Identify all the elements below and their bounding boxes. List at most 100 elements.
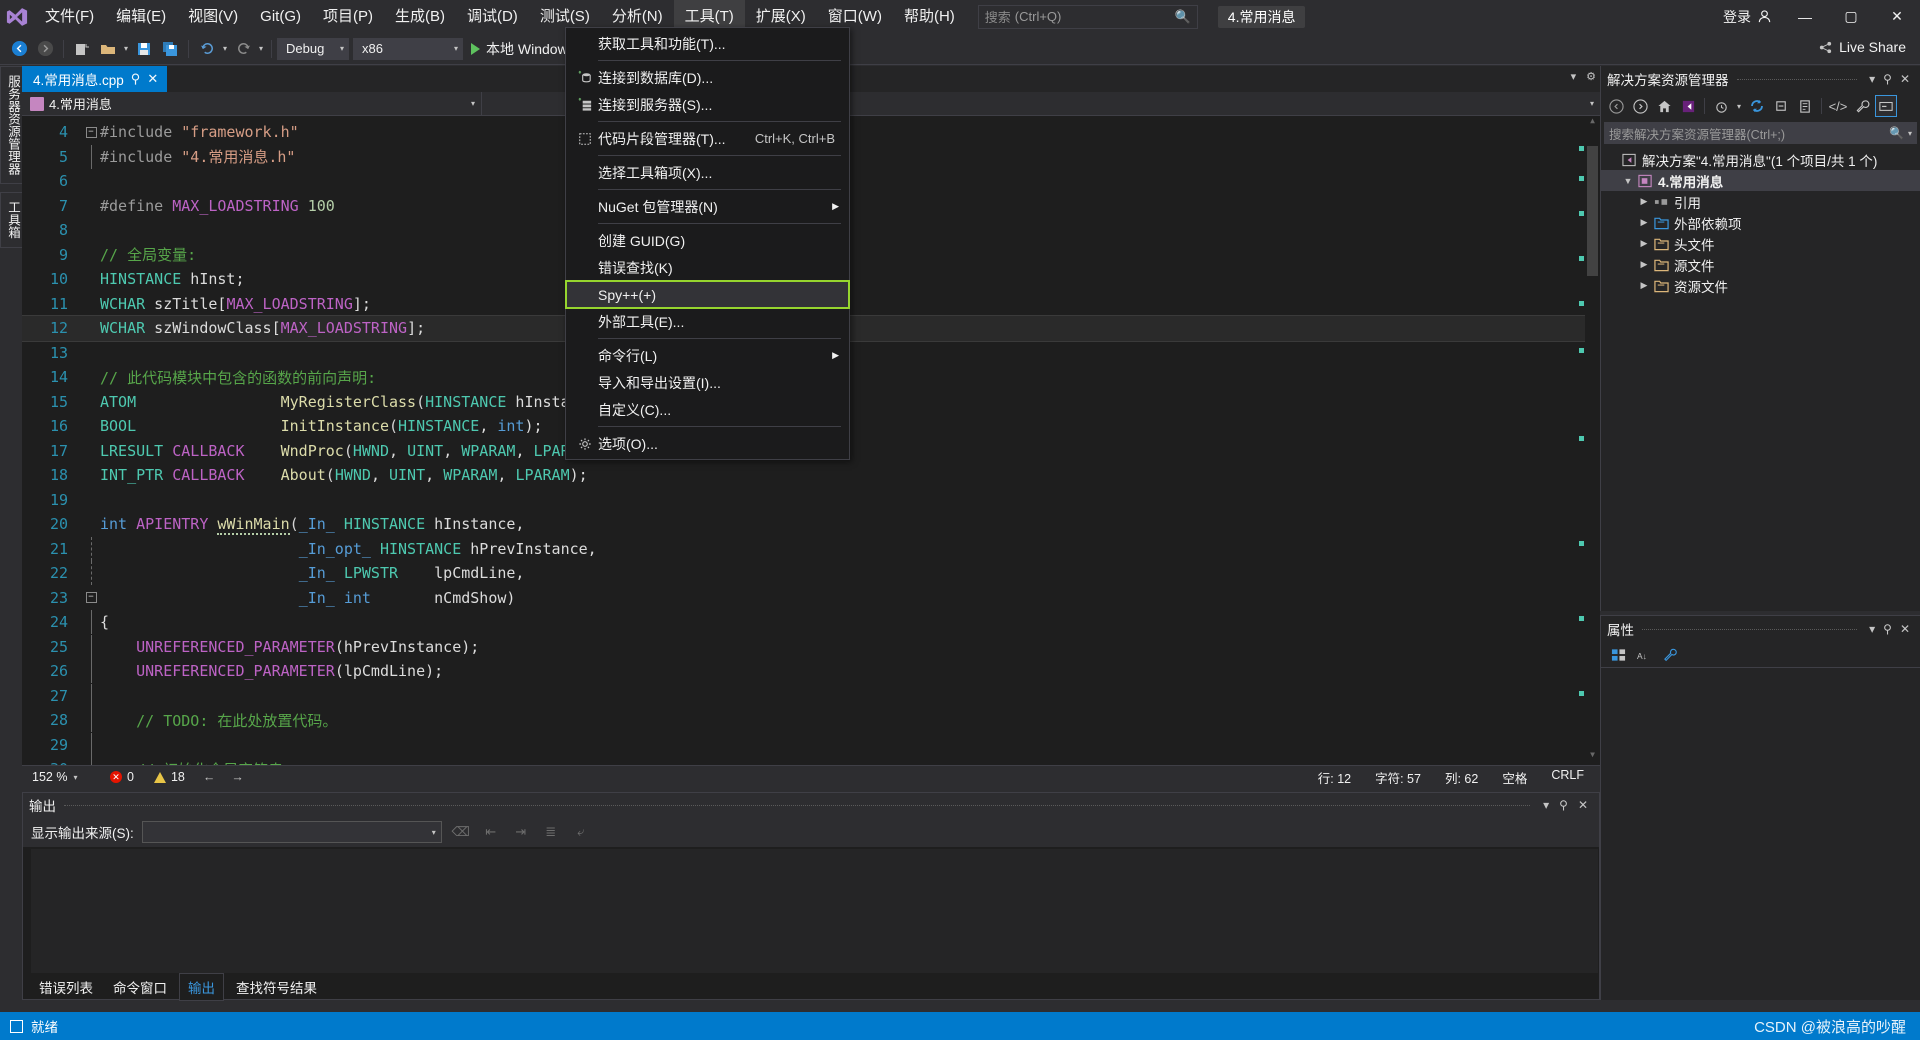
chevron-down-icon[interactable]: ▾ xyxy=(340,44,344,53)
menu-debug[interactable]: 调试(D) xyxy=(456,0,529,33)
code-line[interactable]: 28 // TODO: 在此处放置代码。 xyxy=(22,708,1585,733)
search-icon[interactable]: 🔍 xyxy=(1175,9,1191,25)
output-text-area[interactable] xyxy=(31,849,1598,973)
menu-item-k[interactable]: 错误查找(K) xyxy=(566,254,849,281)
chevron-down-icon[interactable]: ▾ xyxy=(454,44,458,53)
scroll-down-arrow-icon[interactable]: ▼ xyxy=(1585,750,1600,765)
chevron-right-icon[interactable]: ▶ xyxy=(1639,259,1649,270)
navigate-forward-icon[interactable] xyxy=(32,36,58,62)
solution-tree-item[interactable]: ▶ 资源文件 xyxy=(1601,275,1920,296)
refresh-icon[interactable] xyxy=(1746,95,1768,117)
word-wrap-icon[interactable]: ≣ xyxy=(540,821,562,843)
menu-help[interactable]: 帮助(H) xyxy=(893,0,966,33)
fold-glyph[interactable]: − xyxy=(82,126,100,138)
fold-glyph[interactable] xyxy=(82,561,100,586)
code-line[interactable]: 29 xyxy=(22,732,1585,758)
chevron-down-icon[interactable]: ▼ xyxy=(1623,176,1633,186)
menu-item-s[interactable]: 连接到服务器(S)... xyxy=(566,91,849,118)
menu-file[interactable]: 文件(F) xyxy=(34,0,105,33)
navigate-back-icon[interactable] xyxy=(6,36,32,62)
chevron-down-icon[interactable]: ▾ xyxy=(1734,95,1744,117)
forward-icon[interactable] xyxy=(1629,95,1651,117)
next-message-icon[interactable]: ⇥ xyxy=(510,821,532,843)
code-line[interactable]: 24 { xyxy=(22,610,1585,635)
code-line[interactable]: 25 UNREFERENCED_PARAMETER(hPrevInstance)… xyxy=(22,634,1585,660)
new-project-icon[interactable] xyxy=(69,36,95,62)
menu-item-x[interactable]: 选择工具箱项(X)... xyxy=(566,159,849,186)
menu-git[interactable]: Git(G) xyxy=(249,0,312,33)
code-line[interactable]: 26 UNREFERENCED_PARAMETER(lpCmdLine); xyxy=(22,659,1585,684)
close-icon[interactable]: ✕ xyxy=(147,71,158,87)
solution-tree-item[interactable]: ▶ 头文件 xyxy=(1601,233,1920,254)
menu-item-guidg[interactable]: 创建 GUID(G) xyxy=(566,227,849,254)
prev-message-icon[interactable]: ⇤ xyxy=(480,821,502,843)
fold-glyph[interactable] xyxy=(82,757,100,765)
zoom-control[interactable]: 152 % ▾ xyxy=(22,770,100,784)
solution-explorer-search-input[interactable]: 搜索解决方案资源管理器(Ctrl+;) 🔍 ▾ xyxy=(1604,122,1917,144)
fold-glyph[interactable] xyxy=(82,732,100,757)
menu-view[interactable]: 视图(V) xyxy=(177,0,249,33)
chevron-right-icon[interactable]: ▶ xyxy=(832,350,843,361)
menu-project[interactable]: 项目(P) xyxy=(312,0,384,33)
fold-glyph[interactable]: − xyxy=(82,592,100,604)
pin-icon[interactable]: ⚲ xyxy=(1879,72,1896,86)
collapse-icon[interactable]: − xyxy=(85,592,97,604)
preview-selected-items-icon[interactable] xyxy=(1875,95,1897,117)
fold-glyph[interactable] xyxy=(82,536,100,561)
chevron-down-icon[interactable]: ▾ xyxy=(471,99,481,108)
chevron-down-icon[interactable]: ▾ xyxy=(432,828,436,837)
code-line[interactable]: 20 int APIENTRY wWinMain(_In_ HINSTANCE h… xyxy=(22,512,1585,537)
search-icon[interactable]: 🔍 xyxy=(1889,126,1904,140)
solution-platform-combo[interactable]: x86 ▾ xyxy=(353,37,463,60)
save-icon[interactable] xyxy=(131,36,157,62)
warning-count-chip[interactable]: 18 xyxy=(144,770,195,784)
chevron-right-icon[interactable]: ▶ xyxy=(832,201,843,212)
close-icon[interactable]: ✕ xyxy=(1573,798,1593,812)
solution-tree-item[interactable]: ▶ 外部依赖项 xyxy=(1601,212,1920,233)
menu-item-e[interactable]: 外部工具(E)... xyxy=(566,308,849,335)
back-icon[interactable] xyxy=(1605,95,1627,117)
fold-glyph[interactable] xyxy=(82,610,100,635)
tab-command-window[interactable]: 命令窗口 xyxy=(105,974,175,1000)
tab-error-list[interactable]: 错误列表 xyxy=(31,974,101,1000)
menu-build[interactable]: 生成(B) xyxy=(384,0,456,33)
open-file-icon[interactable] xyxy=(95,36,121,62)
solution-config-combo[interactable]: Debug ▾ xyxy=(277,37,349,60)
chevron-down-icon[interactable]: ▾ xyxy=(1538,798,1554,812)
wrench-icon[interactable] xyxy=(1851,95,1873,117)
nav-forward-icon[interactable]: → xyxy=(223,770,252,784)
sign-in-button[interactable]: 登录 xyxy=(1713,7,1782,27)
code-line[interactable]: 27 xyxy=(22,683,1585,709)
menu-item-spy+++[interactable]: Spy++(+) xyxy=(565,280,850,309)
code-line[interactable]: 18 INT_PTR CALLBACK About(HWND, UINT, WPA… xyxy=(22,463,1585,488)
tools-menu-dropdown[interactable]: 获取工具和功能(T)... 连接到数据库(D)... 连接到服务器(S)... 代码片… xyxy=(565,27,850,460)
menu-item-t[interactable]: 获取工具和功能(T)... xyxy=(566,30,849,57)
fold-glyph[interactable] xyxy=(82,634,100,659)
code-line[interactable]: 30 // 初始化全局字符串 xyxy=(22,757,1585,765)
maximize-button[interactable]: ▢ xyxy=(1828,0,1874,33)
solution-tree-item[interactable]: ▶ 源文件 xyxy=(1601,254,1920,275)
chevron-down-icon[interactable]: ▾ xyxy=(1571,70,1577,83)
solution-tree-item[interactable]: ▶ 引用 xyxy=(1601,191,1920,212)
menu-item-d[interactable]: 连接到数据库(D)... xyxy=(566,64,849,91)
alphabetical-icon[interactable]: A↓ xyxy=(1633,645,1655,665)
close-icon[interactable]: ✕ xyxy=(1896,622,1914,636)
undo-caret-icon[interactable]: ▾ xyxy=(220,36,230,62)
solution-icon[interactable] xyxy=(1677,95,1699,117)
collapse-all-icon[interactable] xyxy=(1770,95,1792,117)
properties-page-icon[interactable] xyxy=(1659,645,1681,665)
scrollbar-thumb[interactable] xyxy=(1587,146,1598,276)
solution-tree[interactable]: 解决方案"4.常用消息"(1 个项目/共 1 个) ▼ 4.常用消息 ▶ 引用 ▶ 外部依赖… xyxy=(1601,147,1920,296)
undo-icon[interactable] xyxy=(194,36,220,62)
document-tab-cpp[interactable]: 4.常用消息.cpp ⚲ ✕ xyxy=(22,66,168,92)
tab-output[interactable]: 输出 xyxy=(179,972,224,1001)
home-icon[interactable] xyxy=(1653,95,1675,117)
code-line[interactable]: 19 xyxy=(22,488,1585,513)
editor-vertical-scrollbar[interactable]: ▲ ▼ xyxy=(1585,116,1600,765)
code-line[interactable]: 21 _In_opt_ HINSTANCE hPrevInstance, xyxy=(22,536,1585,562)
pin-icon[interactable]: ⚲ xyxy=(131,71,141,87)
solution-tree-item[interactable]: 解决方案"4.常用消息"(1 个项目/共 1 个) xyxy=(1601,149,1920,170)
tools-menu-items[interactable]: 获取工具和功能(T)... 连接到数据库(D)... 连接到服务器(S)... 代码片… xyxy=(565,30,850,457)
menu-item-l[interactable]: 命令行(L) ▶ xyxy=(566,342,849,369)
minimize-button[interactable]: — xyxy=(1782,0,1828,33)
